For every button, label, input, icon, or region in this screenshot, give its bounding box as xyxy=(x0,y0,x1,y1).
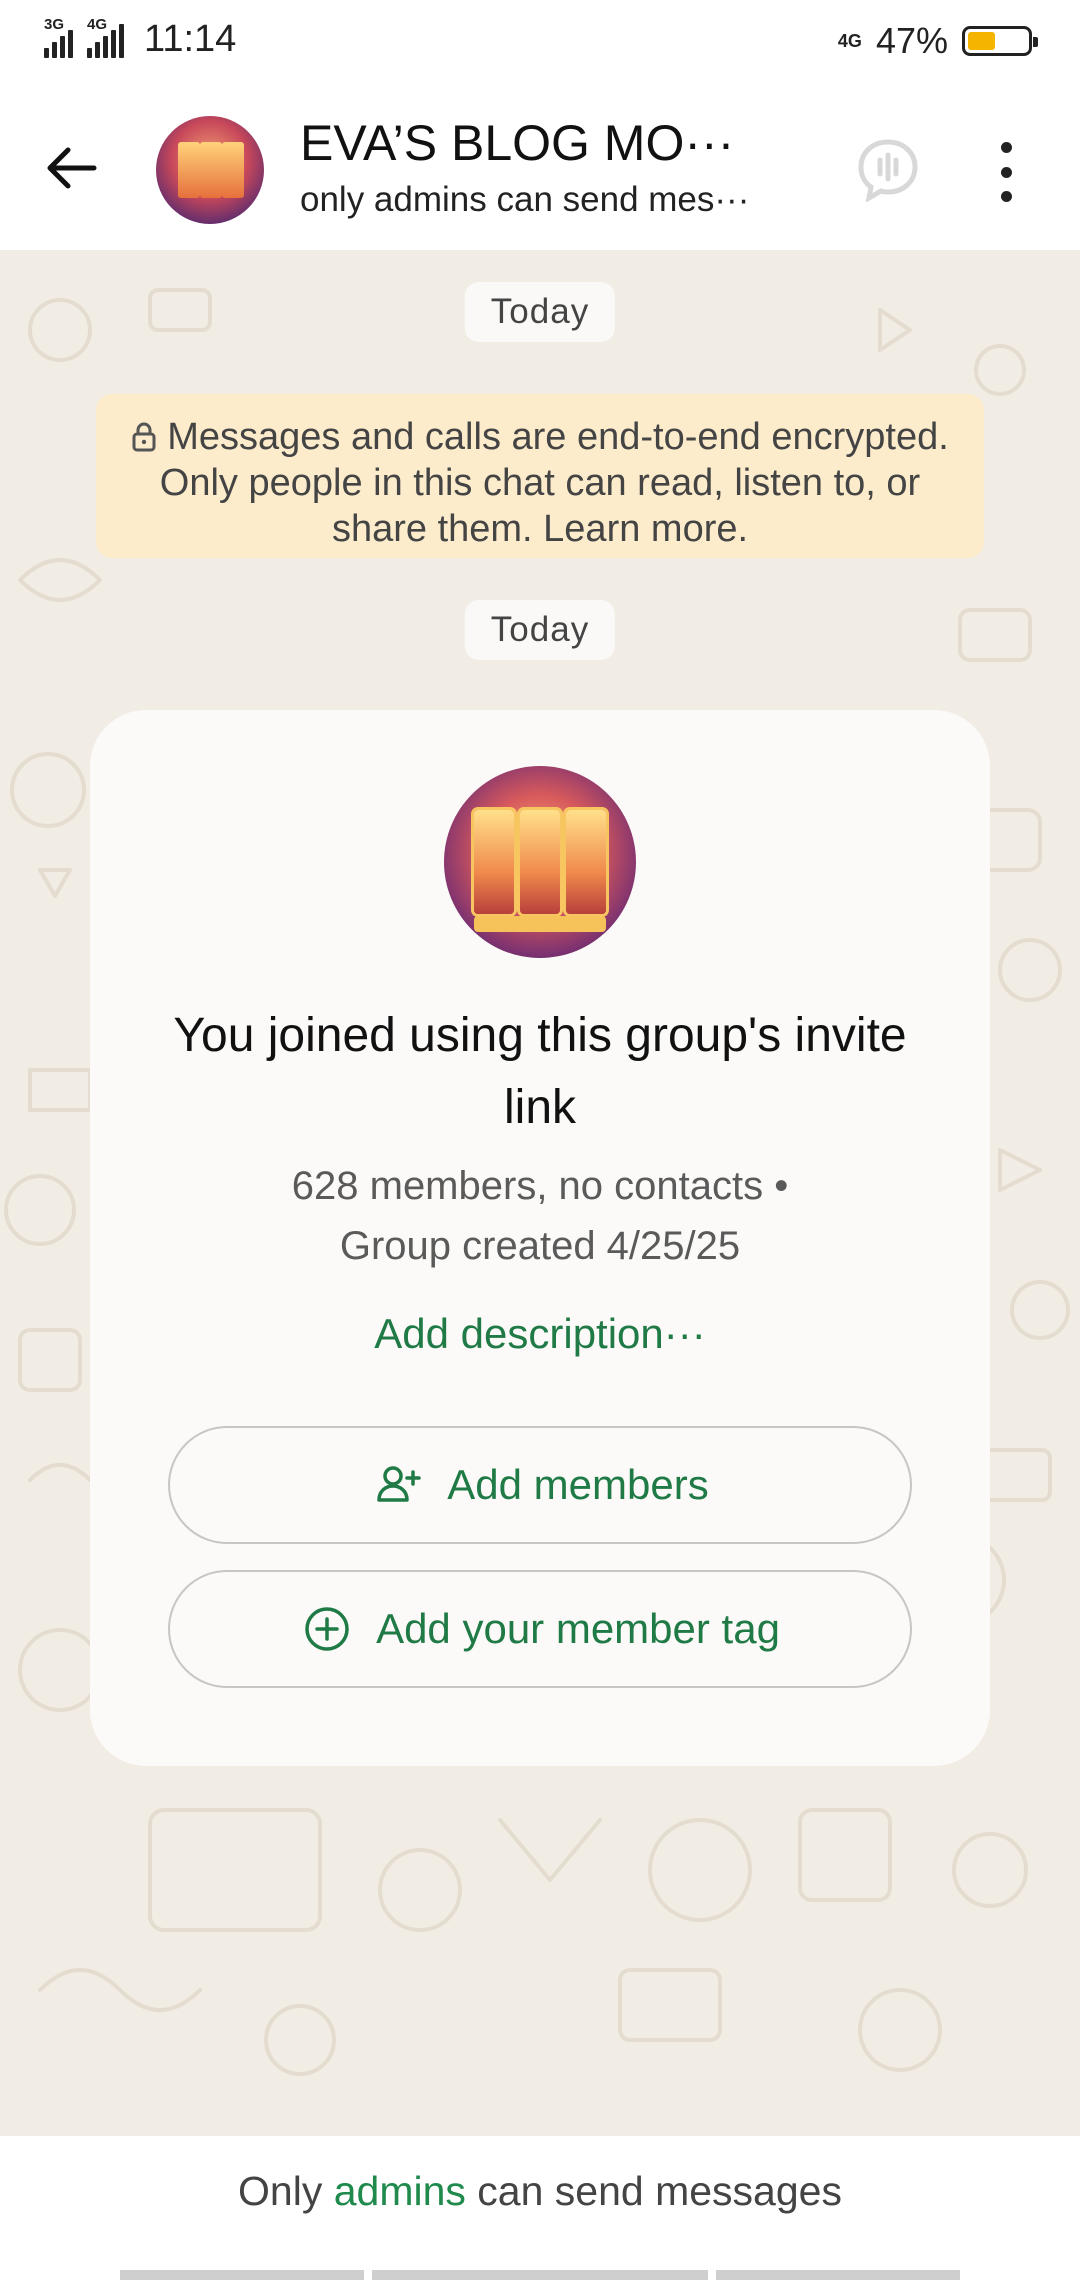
lock-icon xyxy=(132,422,156,452)
bottom-bar: Only admins can send messages xyxy=(0,2136,1080,2280)
add-member-tag-button[interactable]: Add your member tag xyxy=(168,1570,912,1688)
notice-suffix: can send messages xyxy=(465,2168,842,2214)
chat-area[interactable]: Today Messages and calls are end-to-end … xyxy=(0,250,1080,2136)
arrow-left-icon[interactable] xyxy=(40,136,104,200)
network-type-1: 3G xyxy=(44,15,65,33)
encryption-notice-text: Messages and calls are end-to-end encryp… xyxy=(159,416,949,550)
date-chip: Today xyxy=(464,600,616,660)
voice-chat-icon[interactable] xyxy=(855,136,921,202)
group-info-card: You joined using this group's invite lin… xyxy=(90,710,990,1766)
group-subtitle[interactable]: only admins can send mes··· xyxy=(300,180,749,220)
date-chip: Today xyxy=(464,282,616,342)
nav-hint-bar xyxy=(716,2270,960,2280)
add-description-link[interactable]: Add description··· xyxy=(150,1310,930,1358)
add-members-label: Add members xyxy=(447,1461,709,1508)
add-members-button[interactable]: Add members xyxy=(168,1426,912,1544)
nav-hint-bar xyxy=(120,2270,364,2280)
signal-icon: 3G xyxy=(44,16,73,58)
chat-header: EVA’S BLOG MO··· only admins can send me… xyxy=(0,86,1080,250)
group-meta: 628 members, no contacts • Group created… xyxy=(150,1156,930,1276)
group-meta-members: 628 members, no contacts • xyxy=(291,1164,789,1208)
join-message: You joined using this group's invite lin… xyxy=(173,1009,907,1134)
group-avatar-large[interactable] xyxy=(444,766,636,958)
more-vertical-icon[interactable] xyxy=(996,142,1016,202)
group-meta-created: Group created 4/25/25 xyxy=(339,1224,741,1268)
network-type-right: 4G xyxy=(837,31,862,51)
status-right: 4G 47% xyxy=(837,20,1038,62)
encryption-notice[interactable]: Messages and calls are end-to-end encryp… xyxy=(96,394,984,558)
signal-icon-2: 4G xyxy=(87,16,124,58)
status-left: 3G 4G 11:14 xyxy=(44,16,237,61)
plus-circle-icon xyxy=(305,1607,349,1651)
battery-icon xyxy=(962,26,1038,56)
nav-hint-bar xyxy=(372,2270,708,2280)
admins-link[interactable]: admins xyxy=(334,2168,466,2214)
admins-only-notice: Only admins can send messages xyxy=(0,2168,1080,2215)
network-type-2: 4G xyxy=(87,15,108,33)
status-bar: 3G 4G 11:14 4G 47% xyxy=(0,0,1080,86)
group-avatar[interactable] xyxy=(156,116,264,224)
add-member-tag-label: Add your member tag xyxy=(376,1605,780,1652)
notice-prefix: Only xyxy=(238,2168,334,2214)
battery-percent: 47% xyxy=(875,20,948,61)
status-time: 11:14 xyxy=(144,18,237,60)
group-title[interactable]: EVA’S BLOG MO··· xyxy=(300,114,734,172)
add-person-icon xyxy=(377,1466,422,1502)
